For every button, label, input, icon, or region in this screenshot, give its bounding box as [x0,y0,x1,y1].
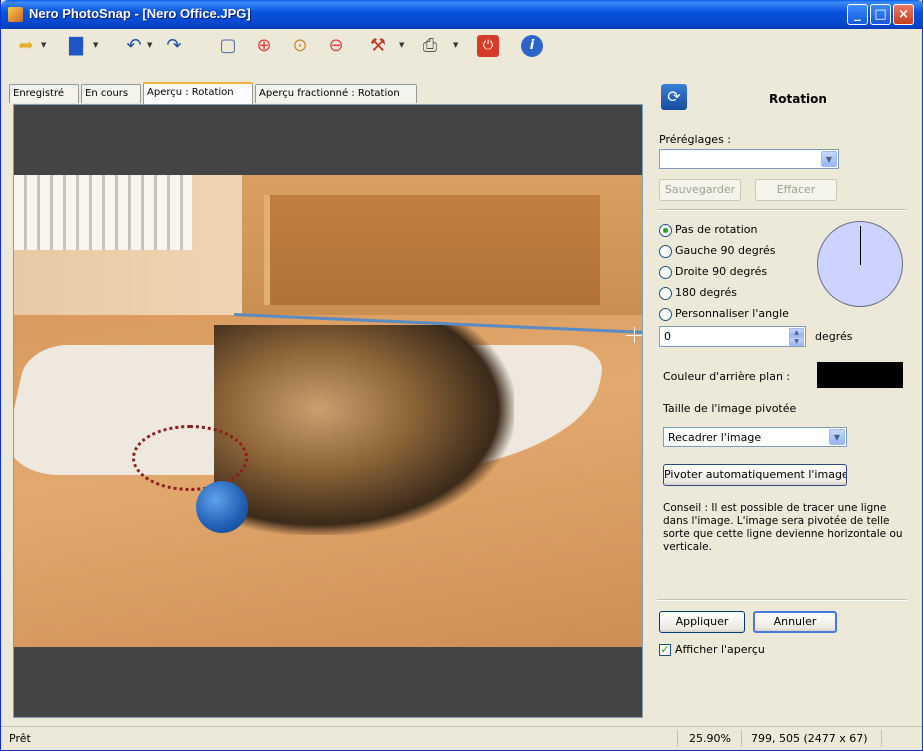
angle-unit: degrés [815,330,853,343]
rotated-size-label: Taille de l'image pivotée [663,402,797,415]
preview-background-top [14,105,642,175]
save-dropdown-icon[interactable]: ▼ [93,41,98,49]
photo[interactable] [14,175,642,647]
tab-split-preview-rotation[interactable]: Aperçu fractionné : Rotation [255,84,417,103]
rotation-panel: ⟳ Rotation Préréglages : ▼ Sauvegarder E… [649,81,914,721]
radio-label: Droite 90 degrés [675,265,768,278]
cursor-coordinates: 799, 505 (2477 x 67) [751,732,868,745]
preview-background-bottom [14,647,642,717]
radio-label: Personnaliser l'angle [675,307,789,320]
angle-dial[interactable] [817,221,903,307]
save-icon[interactable]: ▇ [63,33,89,59]
tools-dropdown-icon[interactable]: ▼ [399,41,404,49]
undo-dropdown-icon[interactable]: ▼ [147,41,152,49]
print-dropdown-icon[interactable]: ▼ [453,41,458,49]
tab-preview-rotation[interactable]: Aperçu : Rotation [143,82,253,104]
chevron-down-icon[interactable]: ▼ [821,151,837,167]
status-divider [741,730,742,747]
app-window: Nero PhotoSnap - [Nero Office.JPG] _ □ ×… [0,0,923,751]
radio-button[interactable] [659,308,672,321]
close-button[interactable]: × [893,4,914,25]
photo-ball [196,481,248,533]
angle-value: 0 [664,330,671,343]
tab-saved[interactable]: Enregistré [9,84,79,103]
radio-label: 180 degrés [675,286,738,299]
rotated-size-value: Recadrer l'image [668,431,762,444]
separator [657,599,907,601]
crosshair-cursor-icon [634,327,635,343]
zoom-actual-icon[interactable]: ⊙ [287,33,313,59]
status-text: Prêt [9,732,31,745]
undo-icon[interactable]: ↶ [121,33,147,59]
image-preview[interactable] [13,104,643,718]
presets-label: Préréglages : [659,133,731,146]
radio-button[interactable] [659,245,672,258]
maximize-button[interactable]: □ [870,4,891,25]
window-title: Nero PhotoSnap - [Nero Office.JPG] [29,6,251,21]
redo-icon[interactable]: ↷ [161,33,187,59]
photo-shelf-inner [264,195,600,305]
panel-title: Rotation [769,92,827,106]
open-icon[interactable]: ➦ [13,33,39,59]
apply-button[interactable]: Appliquer [659,611,745,633]
show-preview-label: Afficher l'aperçu [675,643,765,656]
save-preset-button[interactable]: Sauvegarder [659,179,741,201]
print-icon[interactable]: ⎙ [417,33,443,59]
status-divider [881,730,882,747]
status-divider [677,730,678,747]
dial-hand [860,226,861,265]
open-dropdown-icon[interactable]: ▼ [41,41,46,49]
app-icon[interactable] [8,7,23,22]
photo-puppy [214,325,514,535]
minimize-button[interactable]: _ [847,4,868,25]
title-bar[interactable]: Nero PhotoSnap - [Nero Office.JPG] _ □ × [1,0,923,29]
separator [657,209,907,211]
radio-button[interactable] [659,224,672,237]
delete-preset-button[interactable]: Effacer [755,179,837,201]
photo-radiator [14,175,192,250]
tip-text: Conseil : Il est possible de tracer une … [663,502,903,553]
photo-leash [132,425,248,491]
zoom-level: 25.90% [689,732,731,745]
angle-spinbox[interactable]: 0 ▲ ▼ [659,326,806,347]
zoom-fit-icon[interactable]: ▢ [215,33,241,59]
radio-button[interactable] [659,287,672,300]
rotated-size-select[interactable]: Recadrer l'image ▼ [663,427,847,447]
zoom-in-icon[interactable]: ⊕ [251,33,277,59]
tools-icon[interactable]: ⚒ [365,33,391,59]
exit-icon[interactable]: ⏻ [477,35,499,57]
cancel-button[interactable]: Annuler [753,611,837,633]
spin-up-icon[interactable]: ▲ [789,328,804,337]
tab-current[interactable]: En cours [81,84,141,103]
main-toolbar: ➦ ▼ ▇ ▼ ↶ ▼ ↷ ▢ ⊕ ⊙ ⊖ ⚒ ▼ ⎙ ▼ ⏻ i Enregi… [1,29,922,104]
radio-label: Gauche 90 degrés [675,244,776,257]
radio-button[interactable] [659,266,672,279]
auto-rotate-button[interactable]: Pivoter automatiquement l'image [663,464,847,486]
chevron-down-icon[interactable]: ▼ [829,429,845,445]
radio-label: Pas de rotation [675,223,758,236]
background-color-swatch[interactable] [817,362,903,388]
spin-down-icon[interactable]: ▼ [789,337,804,346]
background-color-label: Couleur d'arrière plan : [663,370,791,383]
show-preview-checkbox[interactable]: ✓ [659,644,671,656]
rotation-icon: ⟳ [661,84,687,110]
info-icon[interactable]: i [521,35,543,57]
zoom-out-icon[interactable]: ⊖ [323,33,349,59]
status-bar: Prêt 25.90% 799, 505 (2477 x 67) [1,726,922,750]
presets-select[interactable]: ▼ [659,149,839,169]
